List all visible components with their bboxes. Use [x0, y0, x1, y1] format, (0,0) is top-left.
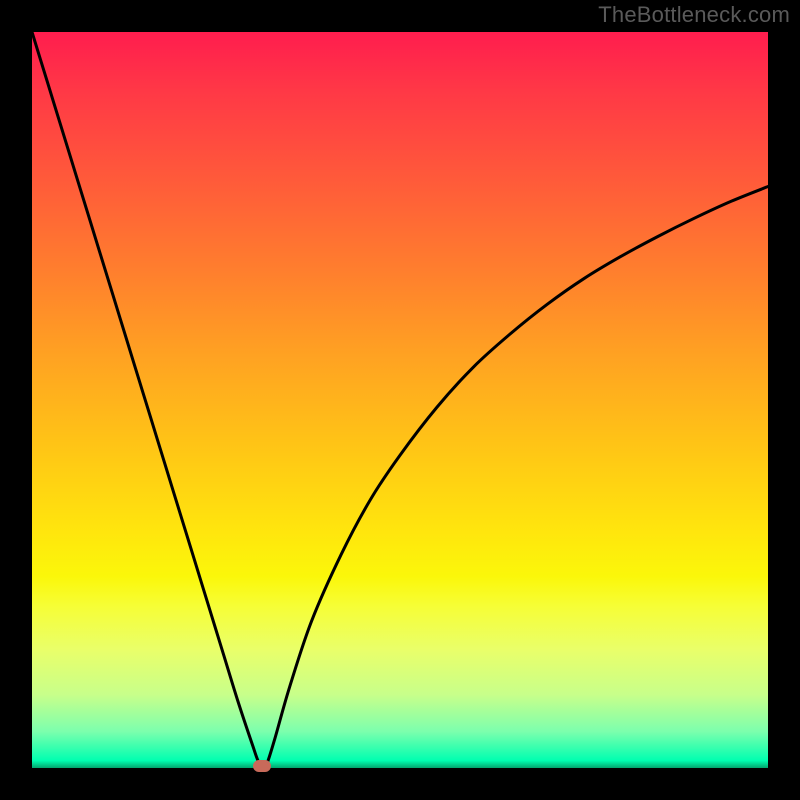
minimum-marker: [253, 760, 271, 772]
chart-frame: TheBottleneck.com: [0, 0, 800, 800]
bottleneck-curve: [32, 32, 768, 767]
curve-svg: [32, 32, 768, 768]
watermark-text: TheBottleneck.com: [598, 2, 790, 28]
plot-area: [32, 32, 768, 768]
